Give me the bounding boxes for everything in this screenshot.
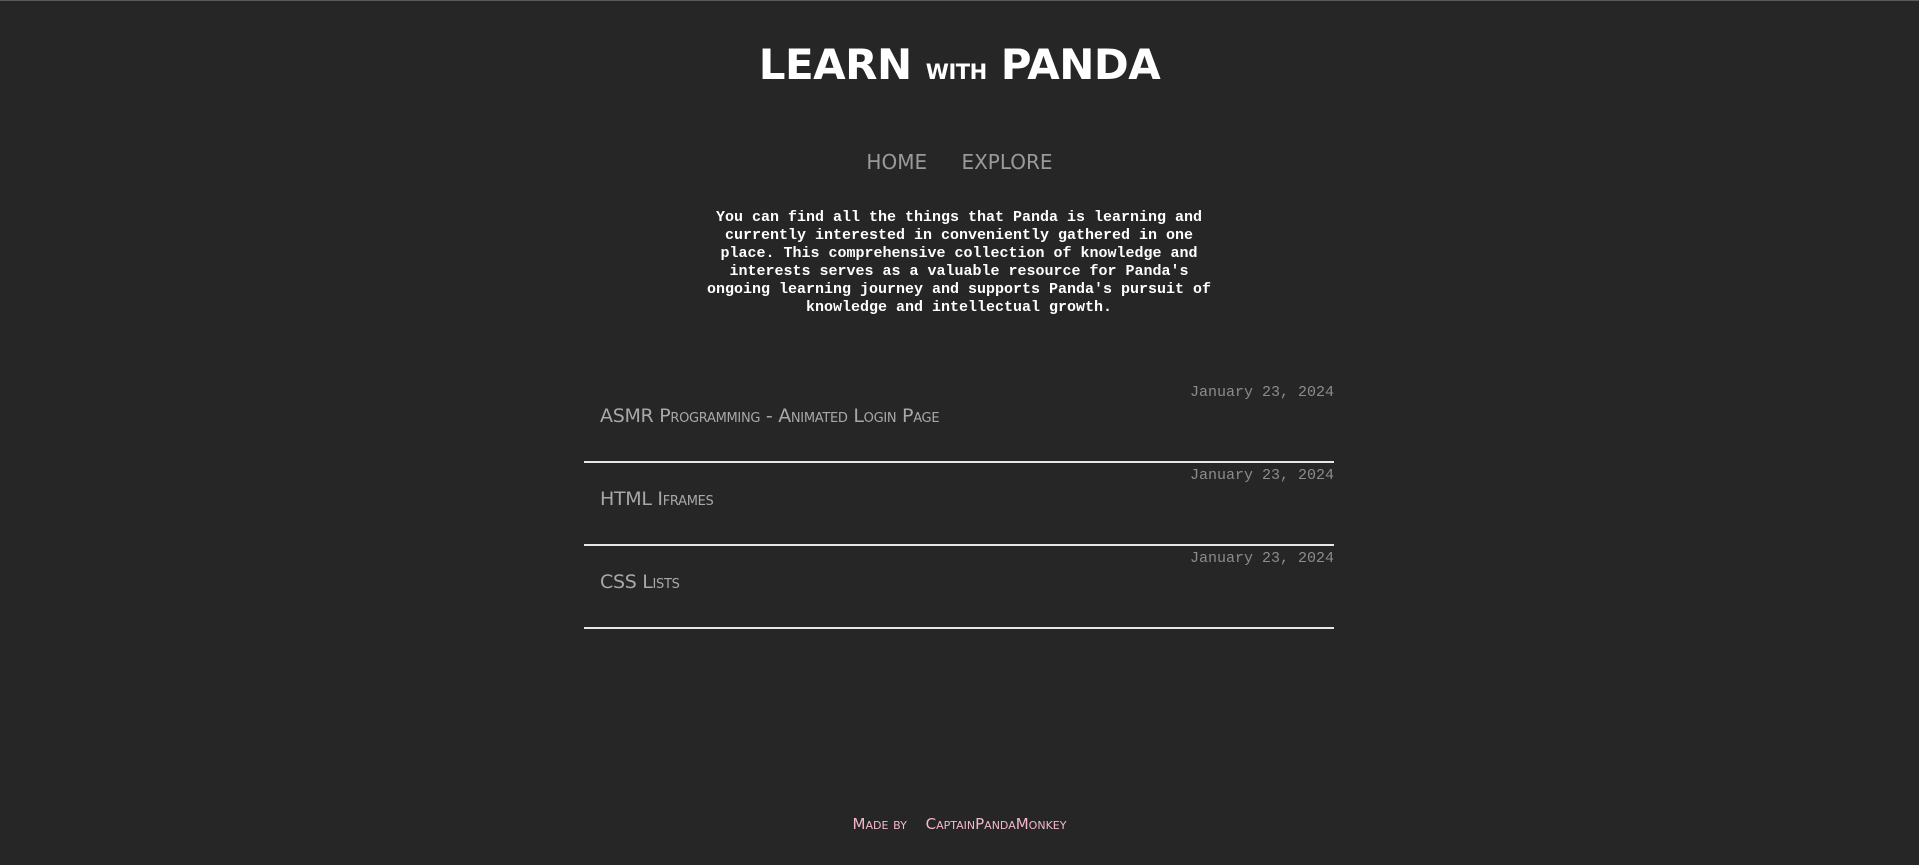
- post-date: January 23, 2024: [1189, 550, 1334, 567]
- post-date: January 23, 2024: [1189, 384, 1334, 401]
- post-title-link[interactable]: ASMR Programming - Animated Login Page: [600, 405, 940, 427]
- nav-home-link[interactable]: HOME: [866, 150, 927, 174]
- main-nav: HOME EXPLORE: [0, 150, 1919, 174]
- footer-author-link[interactable]: CaptainPandaMonkey: [926, 815, 1067, 833]
- site-title-part-1: LEARN: [758, 40, 926, 89]
- site-title: LEARN with PANDA: [0, 40, 1919, 89]
- post-date: January 23, 2024: [1189, 467, 1334, 484]
- intro-text: You can find all the things that Panda i…: [706, 209, 1212, 316]
- footer-made-by: Made by: [852, 815, 907, 833]
- nav-explore-link[interactable]: EXPLORE: [961, 150, 1052, 174]
- post-item[interactable]: January 23, 2024 ASMR Programming - Anim…: [584, 380, 1334, 463]
- site-title-with: with: [925, 52, 987, 87]
- post-list: January 23, 2024 ASMR Programming - Anim…: [584, 380, 1334, 629]
- post-title-link[interactable]: HTML Iframes: [600, 488, 714, 510]
- footer: Made by CaptainPandaMonkey: [0, 815, 1919, 833]
- post-title-link[interactable]: CSS Lists: [600, 571, 680, 593]
- post-item[interactable]: January 23, 2024 HTML Iframes: [584, 463, 1334, 546]
- site-title-part-2: PANDA: [986, 40, 1161, 89]
- page: LEARN with PANDA HOME EXPLORE You can fi…: [0, 0, 1919, 865]
- post-item[interactable]: January 23, 2024 CSS Lists: [584, 546, 1334, 629]
- top-border: [0, 0, 1919, 1]
